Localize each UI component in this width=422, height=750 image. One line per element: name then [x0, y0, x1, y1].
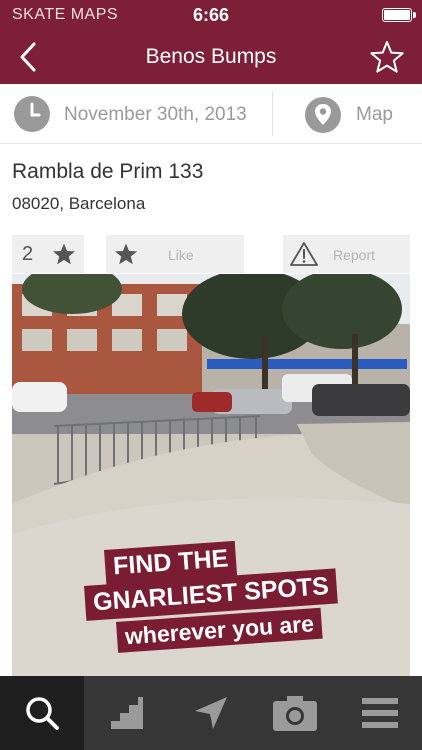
address-city: 08020, Barcelona [12, 194, 146, 213]
tab-spots[interactable] [84, 676, 168, 750]
promo-overlay: FIND THE GNARLIEST SPOTS wherever you ar… [12, 274, 410, 676]
battery-icon [382, 8, 416, 22]
spot-photo[interactable]: FIND THE GNARLIEST SPOTS wherever you ar… [12, 274, 410, 676]
spot-detail-screen: SKATE MAPS 6:66 Benos Bumps November 30t… [0, 0, 422, 750]
star-icon [53, 243, 75, 265]
status-bar: SKATE MAPS 6:66 [0, 0, 422, 30]
tab-nearby[interactable] [169, 676, 253, 750]
report-button[interactable]: Report [283, 235, 410, 273]
date-map-row: November 30th, 2013 Map [0, 84, 422, 144]
tab-search[interactable] [0, 676, 85, 750]
location-pin-icon[interactable] [304, 96, 342, 134]
clock-icon [14, 96, 50, 132]
spot-address: Rambla de Prim 133 08020, Barcelona [12, 160, 203, 214]
divider [272, 92, 273, 136]
action-row: 2 Like Report [0, 235, 422, 273]
star-count: 2 [22, 243, 34, 265]
report-label: Report [333, 247, 376, 263]
spot-date: November 30th, 2013 [64, 104, 247, 125]
address-street: Rambla de Prim 133 [12, 160, 204, 183]
map-link[interactable]: Map [356, 104, 393, 126]
star-icon [115, 243, 137, 265]
stairs-icon [110, 697, 143, 729]
menu-icon [361, 698, 398, 728]
star-outline-icon [370, 41, 404, 73]
star-count-badge: 2 [12, 235, 84, 273]
camera-icon [273, 696, 318, 731]
favorite-button[interactable] [370, 40, 404, 74]
page-title: Benos Bumps [145, 45, 277, 68]
tab-menu[interactable] [338, 676, 422, 750]
header: SKATE MAPS 6:66 Benos Bumps [0, 0, 422, 84]
like-label: Like [168, 247, 194, 263]
tab-camera[interactable] [253, 676, 337, 750]
tab-bar [0, 676, 422, 750]
navigation-arrow-icon [194, 697, 227, 729]
search-icon [26, 697, 60, 730]
status-time: 6:66 [192, 5, 230, 25]
warning-icon [290, 242, 318, 266]
like-button[interactable]: Like [106, 235, 244, 273]
